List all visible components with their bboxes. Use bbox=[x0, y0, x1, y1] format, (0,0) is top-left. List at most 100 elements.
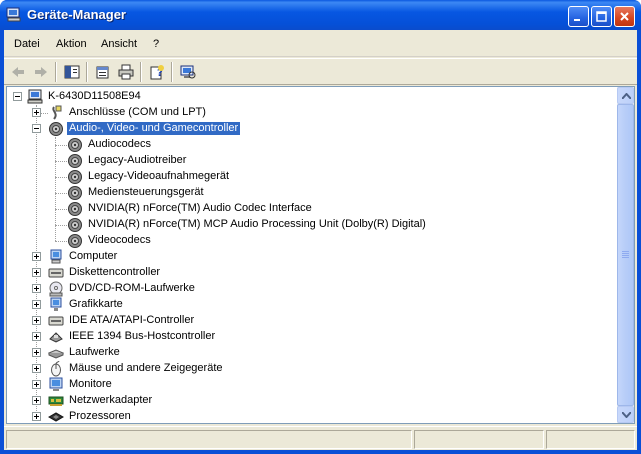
tree-connector-line bbox=[55, 193, 67, 194]
ieee1394-icon bbox=[48, 329, 64, 345]
scroll-down-button[interactable] bbox=[617, 406, 634, 423]
tree-device-item[interactable]: Legacy-Audiotreiber bbox=[51, 153, 431, 169]
scan-hardware-icon[interactable] bbox=[177, 62, 199, 82]
tree-device-item[interactable]: Videocodecs bbox=[51, 233, 431, 249]
tree-connector-line bbox=[55, 161, 67, 162]
ide-controller-icon bbox=[48, 313, 64, 329]
status-bar bbox=[4, 426, 637, 450]
tree-category[interactable]: IDE ATA/ATAPI-Controller bbox=[32, 313, 282, 329]
status-panel bbox=[414, 430, 544, 449]
thumb-grip bbox=[622, 251, 629, 252]
mouse-icon bbox=[48, 360, 64, 377]
collapse-root-toggle[interactable] bbox=[13, 92, 22, 101]
tree-category[interactable]: DVD/CD-ROM-Laufwerke bbox=[32, 281, 282, 297]
tree-category-label: Monitore bbox=[69, 378, 112, 390]
tree-device-item[interactable]: Mediensteuerungsgerät bbox=[51, 185, 431, 201]
menu-datei[interactable]: Datei bbox=[14, 38, 40, 50]
tree-root[interactable]: K-6430D11508E94 bbox=[13, 89, 213, 105]
tree-category[interactable]: IEEE 1394 Bus-Hostcontroller bbox=[32, 329, 282, 345]
collapse-toggle[interactable] bbox=[32, 124, 41, 133]
toolbar: ? bbox=[4, 58, 637, 85]
cdrom-icon bbox=[48, 281, 64, 297]
status-panel bbox=[546, 430, 635, 449]
speaker-icon bbox=[67, 137, 83, 153]
expand-toggle[interactable] bbox=[32, 364, 41, 373]
window-title: Geräte-Manager bbox=[27, 7, 126, 22]
maximize-button[interactable] bbox=[591, 6, 612, 27]
processor-icon bbox=[47, 409, 65, 423]
expand-toggle[interactable] bbox=[32, 380, 41, 389]
tree-category-label: Anschlüsse (COM und LPT) bbox=[69, 106, 206, 118]
expand-toggle[interactable] bbox=[32, 396, 41, 405]
expand-toggle[interactable] bbox=[32, 268, 41, 277]
device-tree-pane: K-6430D11508E94 Anschlüsse (COM und LPT) bbox=[6, 86, 635, 424]
tree-category[interactable]: Laufwerke bbox=[32, 345, 282, 361]
tree-category-label: Audio-, Video- und Gamecontroller bbox=[67, 122, 241, 135]
print-icon[interactable] bbox=[115, 62, 137, 82]
device-tree[interactable]: K-6430D11508E94 Anschlüsse (COM und LPT) bbox=[7, 87, 619, 423]
speaker-icon bbox=[67, 201, 83, 217]
tree-category[interactable]: Grafikkarte bbox=[32, 297, 282, 313]
toolbar-separator bbox=[86, 62, 88, 82]
minimize-button[interactable] bbox=[568, 6, 589, 27]
tree-category-label: Mäuse und andere Zeigegeräte bbox=[69, 362, 223, 374]
tree-device-label: Legacy-Videoaufnahmegerät bbox=[88, 170, 230, 182]
help-icon[interactable]: ? bbox=[146, 62, 168, 82]
thumb-grip bbox=[622, 253, 629, 254]
forward-arrow-icon[interactable] bbox=[30, 62, 52, 82]
tree-device-item[interactable]: Audiocodecs bbox=[51, 137, 431, 153]
window-client-area: Datei Aktion Ansicht ? ? K-6430D11508E94… bbox=[4, 30, 637, 450]
toolbar-separator bbox=[171, 62, 173, 82]
scrollbar-thumb[interactable] bbox=[617, 104, 634, 406]
tree-category[interactable]: Netzwerkadapter bbox=[32, 393, 282, 409]
properties-icon[interactable] bbox=[92, 62, 114, 82]
device-manager-window: Geräte-Manager Datei Aktion Ansicht ? ? … bbox=[0, 0, 641, 454]
tree-category-label: Laufwerke bbox=[69, 346, 120, 358]
tree-category-selected[interactable]: Audio-, Video- und Gamecontroller bbox=[32, 121, 292, 137]
tree-category[interactable]: Prozessoren bbox=[32, 409, 282, 423]
menu-aktion[interactable]: Aktion bbox=[56, 38, 87, 50]
menu-ansicht[interactable]: Ansicht bbox=[101, 38, 137, 50]
speaker-icon bbox=[67, 153, 83, 169]
expand-toggle[interactable] bbox=[32, 284, 41, 293]
expand-toggle[interactable] bbox=[32, 348, 41, 357]
tree-category[interactable]: Computer bbox=[32, 249, 282, 265]
expand-toggle[interactable] bbox=[32, 316, 41, 325]
tree-category-label: Netzwerkadapter bbox=[69, 394, 153, 406]
floppy-controller-icon bbox=[48, 265, 64, 281]
computer-icon bbox=[48, 249, 64, 265]
tree-category-label: Grafikkarte bbox=[69, 298, 123, 310]
tree-connector-line bbox=[55, 145, 67, 146]
menu-help[interactable]: ? bbox=[153, 38, 159, 50]
status-panel bbox=[6, 430, 412, 449]
monitor-icon bbox=[48, 377, 64, 393]
tree-device-item[interactable]: NVIDIA(R) nForce(TM) MCP Audio Processin… bbox=[51, 217, 471, 233]
back-arrow-icon[interactable] bbox=[7, 62, 29, 82]
tree-category[interactable]: Monitore bbox=[32, 377, 282, 393]
tree-device-item[interactable]: NVIDIA(R) nForce(TM) Audio Codec Interfa… bbox=[51, 201, 451, 217]
title-bar[interactable]: Geräte-Manager bbox=[0, 0, 641, 30]
tree-device-item[interactable]: Legacy-Videoaufnahmegerät bbox=[51, 169, 431, 185]
show-hide-console-tree-icon[interactable] bbox=[61, 62, 83, 82]
network-adapter-icon bbox=[48, 393, 64, 409]
tree-category[interactable]: Diskettencontroller bbox=[32, 265, 282, 281]
tree-category-label: IDE ATA/ATAPI-Controller bbox=[69, 314, 195, 326]
close-button[interactable] bbox=[614, 6, 635, 27]
menu-bar: Datei Aktion Ansicht ? bbox=[4, 30, 637, 57]
expand-toggle[interactable] bbox=[32, 108, 41, 117]
expand-toggle[interactable] bbox=[32, 300, 41, 309]
tree-device-label: NVIDIA(R) nForce(TM) Audio Codec Interfa… bbox=[88, 202, 312, 214]
toolbar-separator bbox=[140, 62, 142, 82]
thumb-grip bbox=[622, 257, 629, 258]
vertical-scrollbar[interactable] bbox=[617, 87, 634, 423]
tree-category[interactable]: Mäuse und andere Zeigegeräte bbox=[32, 360, 282, 377]
expand-toggle[interactable] bbox=[32, 412, 41, 421]
tree-category-label: DVD/CD-ROM-Laufwerke bbox=[69, 282, 195, 294]
tree-connector-line bbox=[55, 241, 67, 242]
tree-connector-line bbox=[55, 177, 67, 178]
tree-category[interactable]: Anschlüsse (COM und LPT) bbox=[32, 105, 282, 121]
expand-toggle[interactable] bbox=[32, 252, 41, 261]
speaker-icon bbox=[67, 169, 83, 185]
expand-toggle[interactable] bbox=[32, 332, 41, 341]
scroll-up-button[interactable] bbox=[617, 87, 634, 104]
